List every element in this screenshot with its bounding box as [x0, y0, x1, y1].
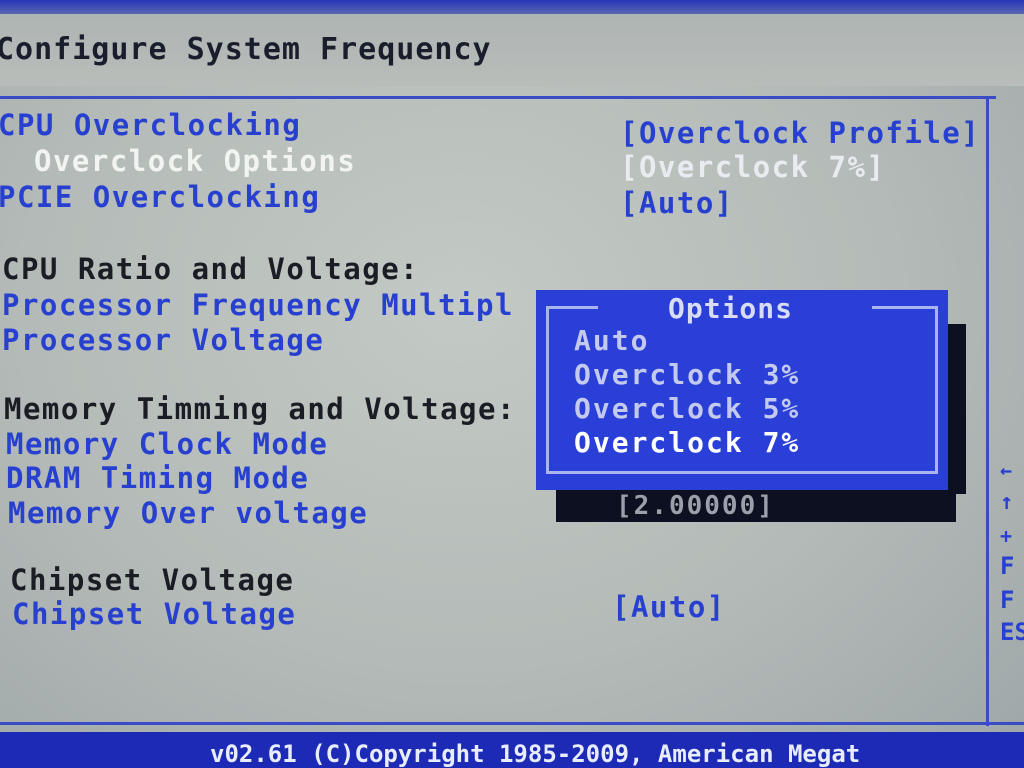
setting-overclock-options-value[interactable]: [Overclock 7%]: [620, 150, 885, 184]
setting-cpu-overclocking[interactable]: CPU Overclocking: [0, 108, 301, 142]
popup-frame-top-left: [546, 306, 598, 309]
top-band: [0, 0, 1024, 14]
up-arrow-icon: ↑: [1000, 490, 1014, 515]
help-panel-divider: [986, 96, 989, 726]
copyright-footer: v02.61 (C)Copyright 1985-2009, American …: [0, 732, 1024, 768]
section-memory-timing-voltage: Memory Timming and Voltage:: [4, 392, 516, 426]
option-overclock-5[interactable]: Overclock 5%: [574, 392, 800, 425]
setting-pcie-overclocking[interactable]: PCIE Overclocking: [0, 180, 320, 214]
plus-icon: +: [1000, 524, 1013, 548]
memory-over-voltage-value-box[interactable]: [2.00000]: [556, 490, 956, 522]
setting-overclock-options[interactable]: Overclock Options: [34, 144, 356, 178]
setting-processor-voltage[interactable]: Processor Voltage: [2, 323, 324, 357]
memory-over-voltage-value: [2.00000]: [616, 491, 775, 521]
popup-frame-top-right: [872, 306, 938, 309]
popup-title: Options: [668, 292, 794, 325]
setting-cpu-overclocking-value[interactable]: [Overclock Profile]: [620, 116, 980, 150]
section-cpu-ratio-voltage: CPU Ratio and Voltage:: [2, 252, 420, 286]
setting-dram-timing-mode[interactable]: DRAM Timing Mode: [6, 461, 309, 495]
option-auto[interactable]: Auto: [574, 324, 649, 357]
bios-screen: Configure System Frequency CPU Overclock…: [0, 0, 1024, 768]
copyright-text: v02.61 (C)Copyright 1985-2009, American …: [210, 740, 861, 768]
left-arrow-icon: ←: [1000, 458, 1013, 482]
bottom-divider: [0, 722, 1024, 725]
setting-chipset-voltage-value[interactable]: [Auto]: [612, 590, 726, 624]
help-key-f10: F: [1000, 586, 1015, 614]
title-divider: [0, 96, 996, 99]
setting-memory-clock-mode[interactable]: Memory Clock Mode: [6, 427, 328, 461]
option-overclock-7[interactable]: Overclock 7%: [574, 426, 800, 459]
setting-memory-over-voltage[interactable]: Memory Over voltage: [8, 496, 368, 530]
setting-chipset-voltage[interactable]: Chipset Voltage: [12, 597, 296, 631]
options-popup: Options Auto Overclock 3% Overclock 5% O…: [536, 290, 948, 490]
page-title: Configure System Frequency: [0, 32, 492, 67]
option-overclock-3[interactable]: Overclock 3%: [574, 358, 800, 391]
setting-processor-frequency-multiplier[interactable]: Processor Frequency Multipl: [2, 288, 514, 322]
help-key-f1: F: [1000, 552, 1015, 580]
help-key-esc: ES: [1000, 618, 1024, 646]
section-chipset-voltage: Chipset Voltage: [10, 563, 295, 597]
setting-pcie-overclocking-value[interactable]: [Auto]: [620, 186, 734, 220]
